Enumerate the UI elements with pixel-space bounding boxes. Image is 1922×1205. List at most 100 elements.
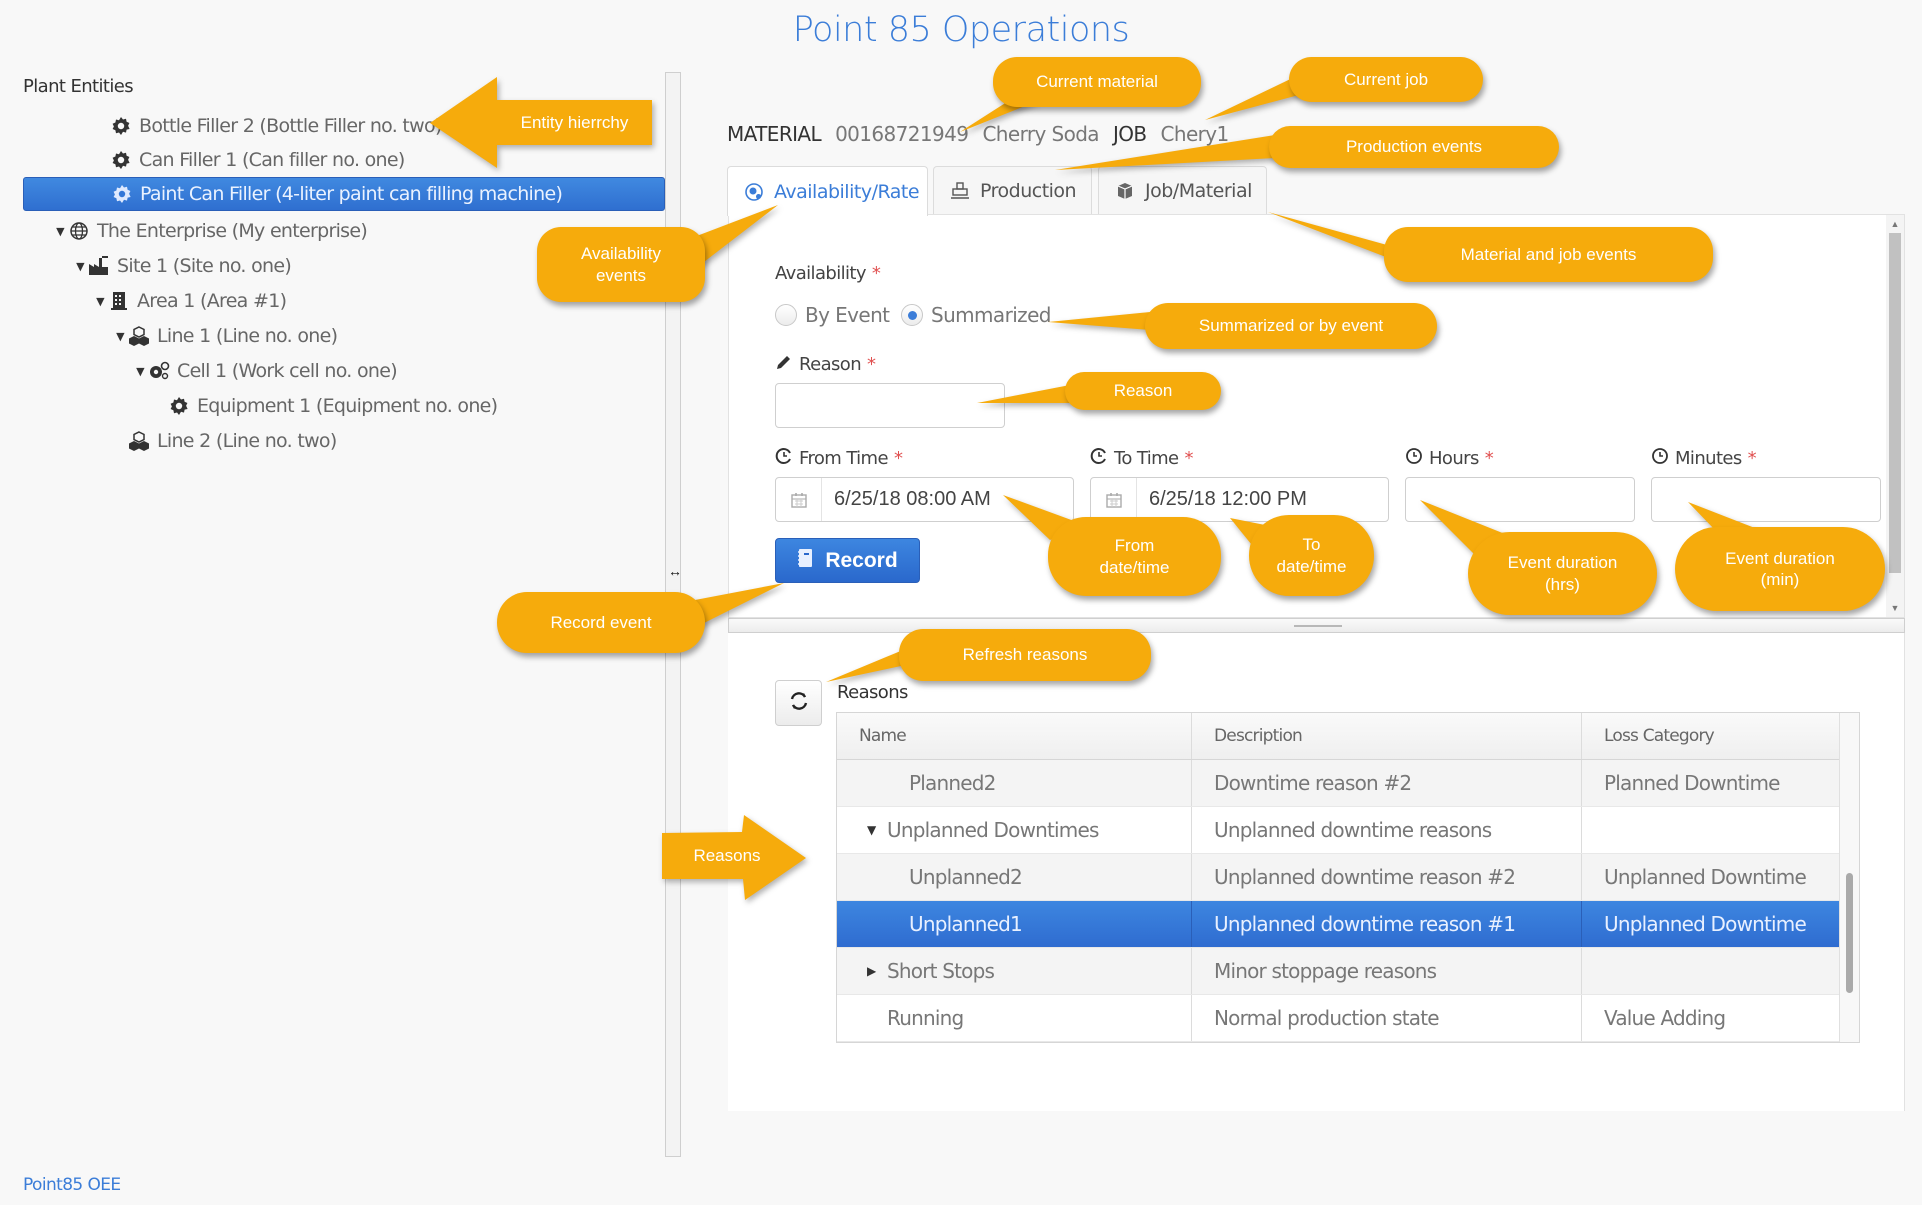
gears-icon	[147, 360, 171, 382]
building-icon	[107, 290, 131, 312]
tree-item[interactable]: ▼ Cell 1 (Work cell no. one)	[23, 354, 665, 388]
cell-loss-category: Value Adding	[1604, 1006, 1726, 1030]
callout-availability-events: Availability events	[537, 227, 705, 302]
tab-availability-rate[interactable]: Availability/Rate	[727, 166, 928, 216]
cell-name: Running	[837, 995, 1192, 1041]
from-time-input[interactable]: 6/25/18 08:00 AM	[775, 477, 1074, 522]
box-icon	[1115, 181, 1135, 201]
availability-label: Availability *	[775, 263, 881, 284]
callout-production-events: Production events	[1269, 126, 1559, 168]
required-mark: *	[1747, 448, 1757, 469]
to-time-input[interactable]: 6/25/18 12:00 PM	[1090, 477, 1389, 522]
table-row[interactable]: ▼ Unplanned Downtimes Unplanned downtime r…	[837, 807, 1841, 854]
pencil-icon	[775, 353, 793, 376]
minutes-input[interactable]	[1651, 477, 1881, 522]
tree-item[interactable]: ▼ Line 1 (Line no. one)	[23, 319, 665, 353]
cell-name-text: Unplanned2	[909, 865, 1023, 889]
column-header-name[interactable]: Name	[837, 713, 1192, 759]
table-row[interactable]: Running Normal production state Value Addi…	[837, 995, 1841, 1042]
reason-label: Reason *	[775, 353, 876, 376]
from-time-value: 6/25/18 08:00 AM	[834, 488, 991, 510]
radio-summarized[interactable]: Summarized	[901, 303, 1051, 327]
gear-icon	[167, 395, 191, 417]
cell-name-text: Unplanned1	[909, 912, 1023, 936]
cell-name: Planned2	[837, 760, 1192, 806]
table-scrollbar[interactable]	[1839, 713, 1859, 1042]
calendar-icon[interactable]	[776, 478, 822, 521]
tree-item-label: Can Filler 1 (Can filler no. one)	[139, 149, 405, 171]
cell-name: Unplanned2	[837, 854, 1192, 900]
to-time-value: 6/25/18 12:00 PM	[1149, 488, 1307, 510]
tree-item[interactable]: Can Filler 1 (Can filler no. one)	[23, 143, 665, 177]
cell-description: Unplanned downtime reason #1	[1192, 901, 1582, 947]
tab-label: Availability/Rate	[774, 180, 920, 203]
resize-cursor-icon: ↔	[668, 563, 682, 579]
gear-icon	[110, 183, 134, 205]
cell-description: Downtime reason #2	[1192, 760, 1582, 806]
table-header: Name Description Loss Category	[837, 713, 1841, 760]
hours-input[interactable]	[1405, 477, 1635, 522]
reasons-label: Reasons	[837, 682, 908, 703]
required-mark: *	[893, 448, 903, 469]
tree-item-label: Site 1 (Site no. one)	[117, 255, 292, 277]
scroll-thumb[interactable]	[1889, 233, 1901, 573]
tree-item[interactable]: Paint Can Filler (4-liter paint can fill…	[23, 177, 665, 211]
tab-production[interactable]: Production	[933, 166, 1092, 215]
tree-item-label: Paint Can Filler (4-liter paint can fill…	[140, 183, 563, 205]
caret-right-icon[interactable]: ▶	[867, 964, 887, 978]
clock-icon	[1405, 447, 1423, 470]
caret-down-icon[interactable]: ▼	[53, 225, 67, 238]
column-header-description[interactable]: Description	[1192, 713, 1582, 759]
scroll-down-icon[interactable]: ▼	[1886, 603, 1904, 613]
radio-button[interactable]	[775, 304, 797, 326]
tree-item-label: Area 1 (Area #1)	[137, 290, 287, 312]
callout-duration-min: Event duration (min)	[1675, 527, 1885, 611]
tree-item-label: Equipment 1 (Equipment no. one)	[197, 395, 498, 417]
required-mark: *	[871, 263, 881, 284]
table-row[interactable]: Unplanned2 Unplanned downtime reason #2 Un…	[837, 854, 1841, 901]
callout-reason: Reason	[1065, 372, 1221, 410]
cell-name: ▼ Unplanned Downtimes	[837, 807, 1192, 853]
form-scrollbar[interactable]: ▲ ▼	[1886, 215, 1904, 617]
caret-down-icon[interactable]: ▼	[867, 823, 887, 837]
caret-down-icon[interactable]: ▼	[133, 365, 147, 378]
callout-entity-hierarchy: Entity hierrchy	[520, 112, 629, 132]
footer-link[interactable]: Point85 OEE	[23, 1175, 121, 1195]
material-job-bar: MATERIAL 00168721949 Cherry Soda JOB Che…	[727, 122, 1229, 146]
to-time-label-text: To Time	[1114, 448, 1179, 469]
job-value: Chery1	[1160, 122, 1230, 146]
calendar-icon[interactable]	[1091, 478, 1137, 521]
radio-by-event[interactable]: By Event	[775, 303, 890, 327]
tab-job-material[interactable]: Job/Material	[1098, 166, 1267, 215]
table-row[interactable]: ▶ Short Stops Minor stoppage reasons	[837, 948, 1841, 995]
caret-down-icon[interactable]: ▼	[113, 330, 127, 343]
availability-label-text: Availability	[775, 263, 867, 284]
cell-name-text: Short Stops	[887, 959, 995, 983]
horizontal-splitter[interactable]	[728, 618, 1905, 633]
scroll-up-icon[interactable]: ▲	[1886, 219, 1904, 229]
record-button[interactable]: Record	[775, 538, 920, 583]
cell-description: Minor stoppage reasons	[1192, 948, 1582, 994]
table-scroll-thumb[interactable]	[1846, 873, 1853, 993]
tree-item[interactable]: Line 2 (Line no. two)	[23, 424, 665, 458]
caret-down-icon[interactable]: ▼	[73, 260, 87, 273]
table-row[interactable]: Unplanned1 Unplanned downtime reason #1 Un…	[837, 901, 1841, 948]
caret-down-icon[interactable]: ▼	[93, 295, 107, 308]
job-label: JOB	[1112, 122, 1147, 146]
tree-item-label: Bottle Filler 2 (Bottle Filler no. two)	[139, 115, 442, 137]
cell-description: Unplanned downtime reason #2	[1192, 854, 1582, 900]
radio-button-selected[interactable]	[901, 304, 923, 326]
callout-reasons: Reasons	[693, 846, 761, 866]
refresh-reasons-button[interactable]	[775, 680, 822, 726]
factory-icon	[87, 255, 111, 277]
reason-input[interactable]	[775, 383, 1005, 428]
column-header-loss-category[interactable]: Loss Category	[1582, 713, 1841, 759]
cell-description: Unplanned downtime reasons	[1192, 807, 1582, 853]
required-mark: *	[867, 354, 876, 375]
cell-name-text: Planned2	[909, 771, 996, 795]
splitter-grip[interactable]	[1294, 625, 1342, 627]
tree-item[interactable]: Equipment 1 (Equipment no. one)	[23, 389, 665, 423]
callout-current-material: Current material	[993, 57, 1201, 107]
table-row[interactable]: Planned2 Downtime reason #2 Planned Downti…	[837, 760, 1841, 807]
callout-record-event: Record event	[497, 592, 705, 653]
